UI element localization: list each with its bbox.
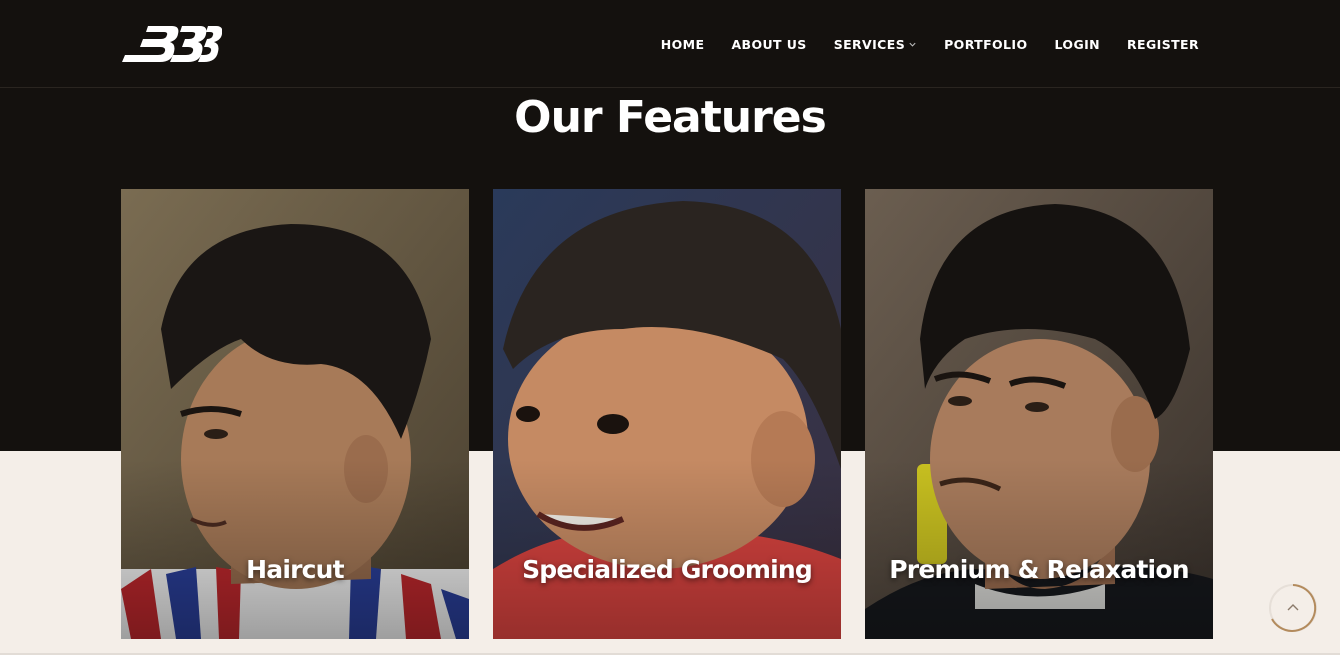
logo-icon xyxy=(122,26,223,62)
nav-portfolio[interactable]: PORTFOLIO xyxy=(944,37,1027,52)
nav-login-label: LOGIN xyxy=(1054,36,1101,52)
feature-card-specialized-grooming[interactable]: Specialized Grooming xyxy=(493,189,841,639)
feature-title: Premium & Relaxation xyxy=(889,555,1189,584)
nav-home[interactable]: HOME xyxy=(661,37,705,52)
nav-services[interactable]: SERVICES xyxy=(834,37,917,52)
site-header: HOME ABOUT US SERVICES PORTFOLIO LOGIN R… xyxy=(0,0,1340,88)
nav-home-label: HOME xyxy=(660,36,705,52)
nav-services-label: SERVICES xyxy=(833,36,906,52)
page: HOME ABOUT US SERVICES PORTFOLIO LOGIN R… xyxy=(0,0,1340,655)
section-title: Our Features xyxy=(514,92,827,143)
nav-about-label: ABOUT US xyxy=(731,36,807,52)
nav-portfolio-label: PORTFOLIO xyxy=(944,36,1028,52)
feature-card-haircut[interactable]: Haircut xyxy=(121,189,469,639)
nav-register-label: REGISTER xyxy=(1127,36,1199,52)
feature-title: Specialized Grooming xyxy=(522,555,813,584)
feature-title: Haircut xyxy=(246,555,344,584)
chevron-down-icon xyxy=(909,42,916,47)
nav-login[interactable]: LOGIN xyxy=(1055,37,1101,52)
main-nav: HOME ABOUT US SERVICES PORTFOLIO LOGIN R… xyxy=(661,0,1199,88)
back-to-top-button[interactable] xyxy=(1268,583,1318,633)
site-logo[interactable] xyxy=(120,24,223,64)
arrow-up-icon xyxy=(1269,584,1317,632)
feature-card-premium-relaxation[interactable]: Premium & Relaxation xyxy=(865,189,1213,639)
nav-register[interactable]: REGISTER xyxy=(1127,37,1199,52)
nav-about-us[interactable]: ABOUT US xyxy=(731,37,806,52)
